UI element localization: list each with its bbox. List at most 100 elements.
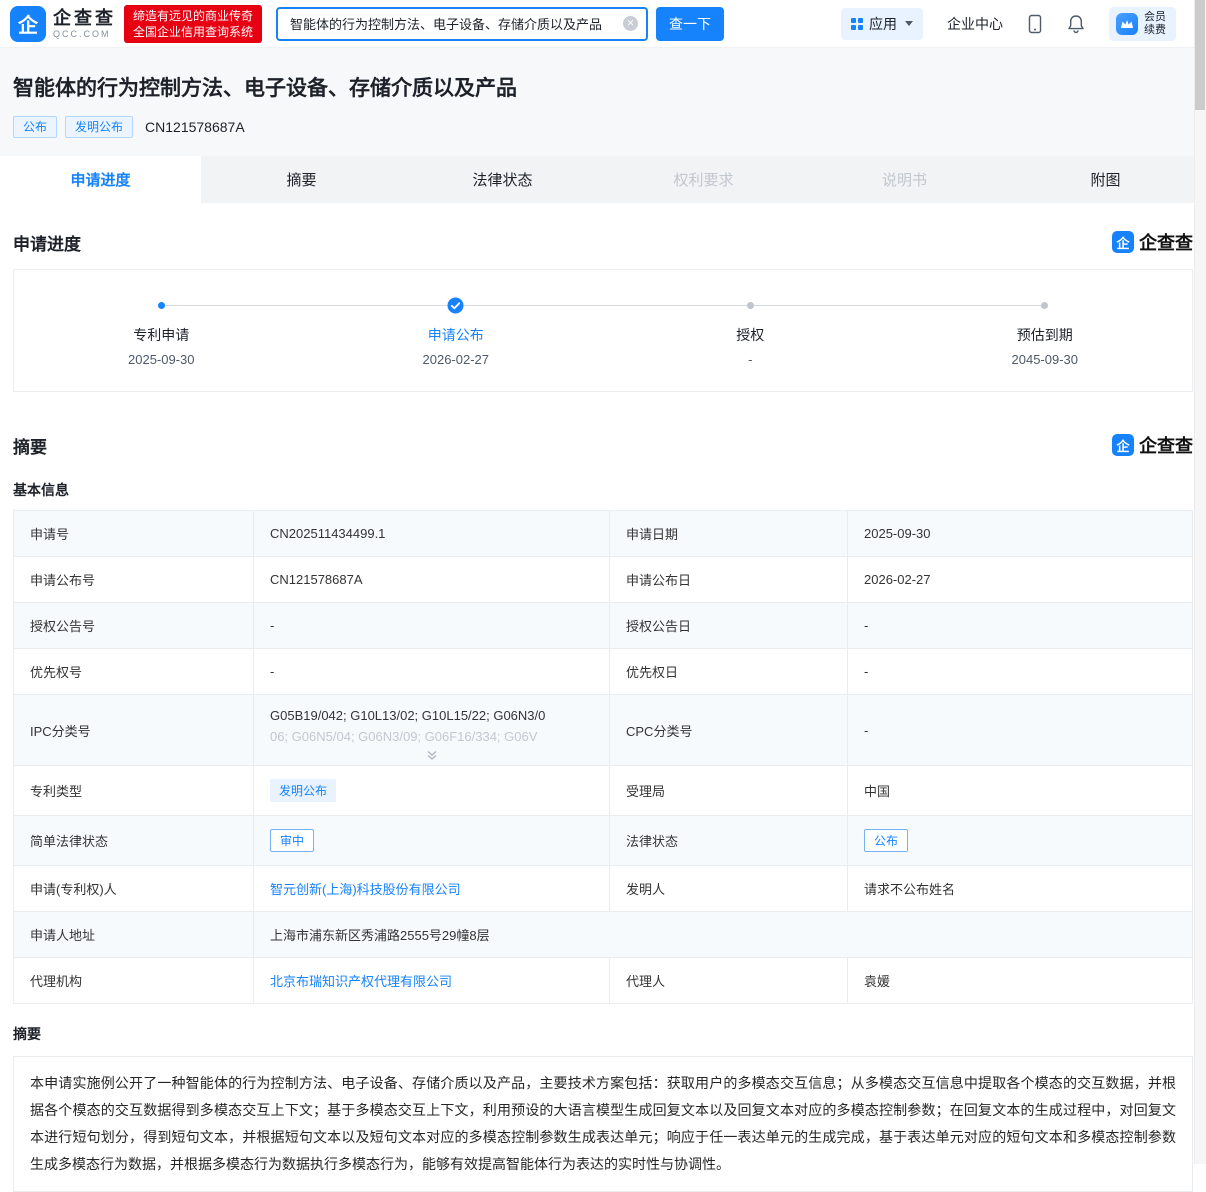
progress-section: 申请进度 企 企查查 专利申请 2025-09-30 申请公布 2026-02-… bbox=[0, 229, 1206, 392]
ipc-value-line1: G05B19/042; G10L13/02; G10L15/22; G06N3/… bbox=[270, 708, 545, 723]
field-value: CN202511434499.1 bbox=[254, 511, 610, 557]
patent-type-tag: 发明公布 bbox=[270, 779, 336, 802]
field-label: IPC分类号 bbox=[14, 695, 254, 766]
ipc-value-line2: 06; G06N5/04; G06N3/09; G06F16/334; G06V bbox=[270, 729, 537, 744]
agency-link[interactable]: 北京布瑞知识产权代理有限公司 bbox=[270, 974, 452, 989]
expand-chevron-icon[interactable] bbox=[270, 749, 593, 761]
timeline-step-date: 2026-02-27 bbox=[423, 352, 490, 367]
field-label: 申请(专利权)人 bbox=[14, 866, 254, 912]
search-button[interactable]: 查一下 bbox=[656, 7, 724, 41]
abstract-subtitle: 摘要 bbox=[13, 1024, 1193, 1044]
type-tag-invention: 发明公布 bbox=[65, 116, 133, 138]
top-header: 企 企查查 QCC.COM 缔造有远见的商业传奇 全国企业信用查询系统 ✕ 查一… bbox=[0, 0, 1206, 47]
patent-header: 智能体的行为控制方法、电子设备、存储介质以及产品 公布 发明公布 CN12157… bbox=[0, 47, 1206, 156]
timeline-check-icon bbox=[447, 297, 464, 314]
timeline-step-estimated-expiry: 预估到期 2045-09-30 bbox=[898, 297, 1193, 367]
field-label: 优先权号 bbox=[14, 649, 254, 695]
field-value: 发明公布 bbox=[254, 766, 610, 816]
field-label: 简单法律状态 bbox=[14, 816, 254, 866]
slogan-line1: 缔造有远见的商业传奇 bbox=[133, 8, 253, 24]
tab-legal-status[interactable]: 法律状态 bbox=[402, 156, 603, 203]
timeline-dot-done bbox=[158, 302, 165, 309]
tab-application-progress[interactable]: 申请进度 bbox=[0, 156, 201, 203]
legal-status-tag: 公布 bbox=[864, 829, 908, 852]
scrollbar-track bbox=[1194, 0, 1206, 1164]
field-label: 申请号 bbox=[14, 511, 254, 557]
nav-enterprise-center[interactable]: 企业中心 bbox=[947, 14, 1003, 34]
field-label: 法律状态 bbox=[610, 816, 848, 866]
publication-number: CN121578687A bbox=[145, 119, 245, 135]
progress-timeline: 专利申请 2025-09-30 申请公布 2026-02-27 授权 - 预估到… bbox=[13, 269, 1193, 392]
field-value: - bbox=[848, 649, 1193, 695]
table-row-applicant: 申请(专利权)人 智元创新(上海)科技股份有限公司 发明人 请求不公布姓名 bbox=[14, 866, 1193, 912]
field-value: 2025-09-30 bbox=[848, 511, 1193, 557]
field-label: 申请日期 bbox=[610, 511, 848, 557]
table-row-priority-number: 优先权号 - 优先权日 - bbox=[14, 649, 1193, 695]
field-value: 请求不公布姓名 bbox=[848, 866, 1193, 912]
clear-icon[interactable]: ✕ bbox=[623, 16, 638, 31]
field-label: 申请公布号 bbox=[14, 557, 254, 603]
section-title-progress: 申请进度 bbox=[13, 230, 81, 255]
table-row-ipc-classification: IPC分类号 G05B19/042; G10L13/02; G10L15/22;… bbox=[14, 695, 1193, 766]
patent-tags: 公布 发明公布 CN121578687A bbox=[13, 116, 1193, 138]
table-row-application-number: 申请号 CN202511434499.1 申请日期 2025-09-30 bbox=[14, 511, 1193, 557]
basic-info-subtitle: 基本信息 bbox=[13, 480, 1193, 500]
field-value: 审中 bbox=[254, 816, 610, 866]
tab-abstract[interactable]: 摘要 bbox=[201, 156, 402, 203]
field-value: 中国 bbox=[848, 766, 1193, 816]
timeline-step-publication: 申请公布 2026-02-27 bbox=[309, 297, 604, 367]
field-value: CN121578687A bbox=[254, 557, 610, 603]
qcc-logo[interactable]: 企 企查查 QCC.COM bbox=[10, 6, 116, 42]
timeline-step-patent-application: 专利申请 2025-09-30 bbox=[14, 297, 309, 367]
field-value: 上海市浦东新区秀浦路2555号29幢8层 bbox=[254, 912, 1193, 958]
field-value: - bbox=[848, 603, 1193, 649]
field-value: 2026-02-27 bbox=[848, 557, 1193, 603]
member-text: 会员 续费 bbox=[1144, 11, 1166, 37]
field-value: 智元创新(上海)科技股份有限公司 bbox=[254, 866, 610, 912]
field-label: CPC分类号 bbox=[610, 695, 848, 766]
phone-icon[interactable] bbox=[1027, 14, 1043, 34]
nav-apps-label: 应用 bbox=[869, 14, 897, 34]
table-row-publication-number: 申请公布号 CN121578687A 申请公布日 2026-02-27 bbox=[14, 557, 1193, 603]
simple-legal-status-tag: 审中 bbox=[270, 829, 314, 852]
field-label: 代理人 bbox=[610, 958, 848, 1004]
slogan-badge: 缔造有远见的商业传奇 全国企业信用查询系统 bbox=[124, 5, 262, 43]
timeline-dot-pending bbox=[747, 302, 754, 309]
nav-apps[interactable]: 应用 bbox=[841, 8, 923, 40]
table-row-legal-status: 简单法律状态 审中 法律状态 公布 bbox=[14, 816, 1193, 866]
table-row-patent-type: 专利类型 发明公布 受理局 中国 bbox=[14, 766, 1193, 816]
abstract-text: 本申请实施例公开了一种智能体的行为控制方法、电子设备、存储介质以及产品，主要技术… bbox=[13, 1056, 1193, 1192]
field-label: 代理机构 bbox=[14, 958, 254, 1004]
field-value: 公布 bbox=[848, 816, 1193, 866]
timeline-dot-pending bbox=[1041, 302, 1048, 309]
bell-icon[interactable] bbox=[1067, 14, 1085, 34]
qcc-watermark-icon: 企 bbox=[1112, 231, 1134, 253]
field-label: 申请人地址 bbox=[14, 912, 254, 958]
basic-info-table: 申请号 CN202511434499.1 申请日期 2025-09-30 申请公… bbox=[13, 510, 1193, 1004]
field-label: 授权公告日 bbox=[610, 603, 848, 649]
timeline-step-label: 预估到期 bbox=[1017, 325, 1073, 345]
field-label: 优先权日 bbox=[610, 649, 848, 695]
timeline-step-grant: 授权 - bbox=[603, 297, 898, 367]
applicant-link[interactable]: 智元创新(上海)科技股份有限公司 bbox=[270, 882, 461, 897]
field-value: 袁媛 bbox=[848, 958, 1193, 1004]
scrollbar-thumb[interactable] bbox=[1195, 0, 1205, 110]
qcc-logo-text: 企查查 QCC.COM bbox=[53, 9, 116, 39]
caret-down-icon bbox=[905, 21, 913, 26]
qcc-watermark: 企 企查查 bbox=[1112, 229, 1193, 255]
table-row-grant-number: 授权公告号 - 授权公告日 - bbox=[14, 603, 1193, 649]
qcc-watermark: 企 企查查 bbox=[1112, 432, 1193, 458]
search-input[interactable] bbox=[288, 15, 623, 32]
table-row-agency: 代理机构 北京布瑞知识产权代理有限公司 代理人 袁媛 bbox=[14, 958, 1193, 1004]
logo-title: 企查查 bbox=[53, 9, 116, 27]
timeline-step-date: - bbox=[748, 352, 752, 367]
member-line1: 会员 bbox=[1144, 11, 1166, 24]
timeline-step-date: 2045-09-30 bbox=[1012, 352, 1079, 367]
timeline-step-label: 专利申请 bbox=[133, 325, 189, 345]
member-renew[interactable]: 会员 续费 bbox=[1109, 7, 1176, 41]
qcc-watermark-text: 企查查 bbox=[1139, 432, 1193, 458]
field-label: 专利类型 bbox=[14, 766, 254, 816]
status-tag-publish: 公布 bbox=[13, 116, 57, 138]
tab-figures[interactable]: 附图 bbox=[1005, 156, 1206, 203]
member-icon bbox=[1116, 13, 1138, 35]
